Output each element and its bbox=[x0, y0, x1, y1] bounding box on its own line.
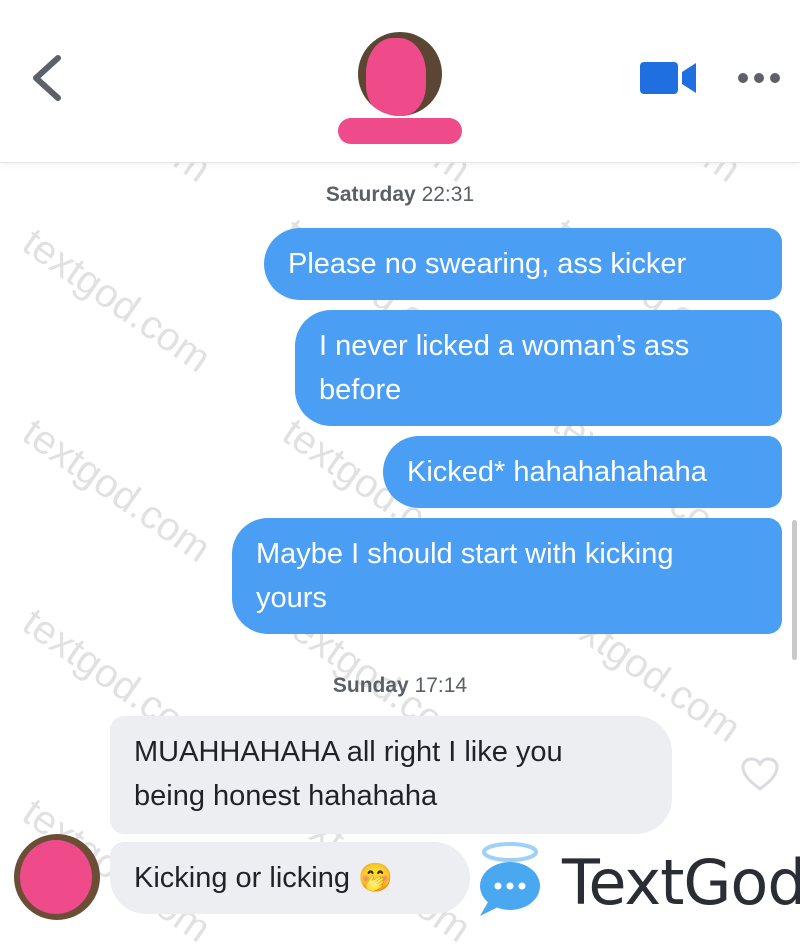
incoming-message[interactable]: MUAHHAHAHA all right I like you being ho… bbox=[110, 716, 672, 834]
heart-outline-icon[interactable] bbox=[740, 756, 780, 792]
message-line: being honest hahahaha bbox=[134, 780, 438, 812]
textgod-logo-icon bbox=[470, 840, 550, 920]
face-with-hand-over-mouth-emoji: 🤭 bbox=[357, 862, 393, 893]
video-camera-icon[interactable] bbox=[638, 58, 700, 98]
message-line: Maybe I should start with kicking bbox=[256, 538, 674, 570]
outgoing-message[interactable]: I never licked a woman’s ass before bbox=[295, 310, 782, 426]
message-line: Kicking or licking bbox=[134, 862, 350, 894]
chevron-left-icon[interactable] bbox=[24, 50, 72, 106]
timestamp-time: 22:31 bbox=[421, 183, 475, 206]
message-line: yours bbox=[256, 582, 327, 614]
timestamp: Sunday 17:14 bbox=[0, 674, 800, 698]
scrollbar[interactable] bbox=[792, 520, 797, 660]
avatar-redaction bbox=[366, 38, 426, 116]
message-line: MUAHHAHAHA all right I like you bbox=[134, 736, 563, 768]
incoming-message[interactable]: Kicking or licking 🤭 bbox=[110, 842, 470, 914]
contact-avatar[interactable] bbox=[358, 32, 442, 116]
chat-header bbox=[0, 0, 800, 163]
outgoing-message[interactable]: Please no swearing, ass kicker bbox=[264, 228, 782, 300]
message-line: I never licked a woman’s ass bbox=[319, 330, 690, 362]
timestamp-day: Sunday bbox=[332, 674, 409, 697]
watermark-text: textgod.com bbox=[14, 410, 219, 572]
contact-avatar[interactable] bbox=[14, 834, 100, 920]
outgoing-message[interactable]: Maybe I should start with kicking yours bbox=[232, 518, 782, 634]
message-line: Kicked* hahahahahaha bbox=[407, 456, 707, 488]
message-line: Please no swearing, ass kicker bbox=[288, 248, 687, 280]
name-redaction bbox=[338, 118, 462, 144]
textgod-logo-text: TextGod bbox=[562, 846, 800, 919]
watermark-text: textgod.com bbox=[14, 220, 219, 382]
timestamp-day: Saturday bbox=[325, 183, 416, 206]
timestamp-time: 17:14 bbox=[414, 674, 468, 697]
message-line: before bbox=[319, 374, 402, 406]
more-horizontal-icon[interactable] bbox=[736, 68, 782, 88]
avatar-redaction bbox=[20, 840, 92, 914]
timestamp: Saturday 22:31 bbox=[0, 183, 800, 207]
outgoing-message[interactable]: Kicked* hahahahahaha bbox=[383, 436, 782, 508]
